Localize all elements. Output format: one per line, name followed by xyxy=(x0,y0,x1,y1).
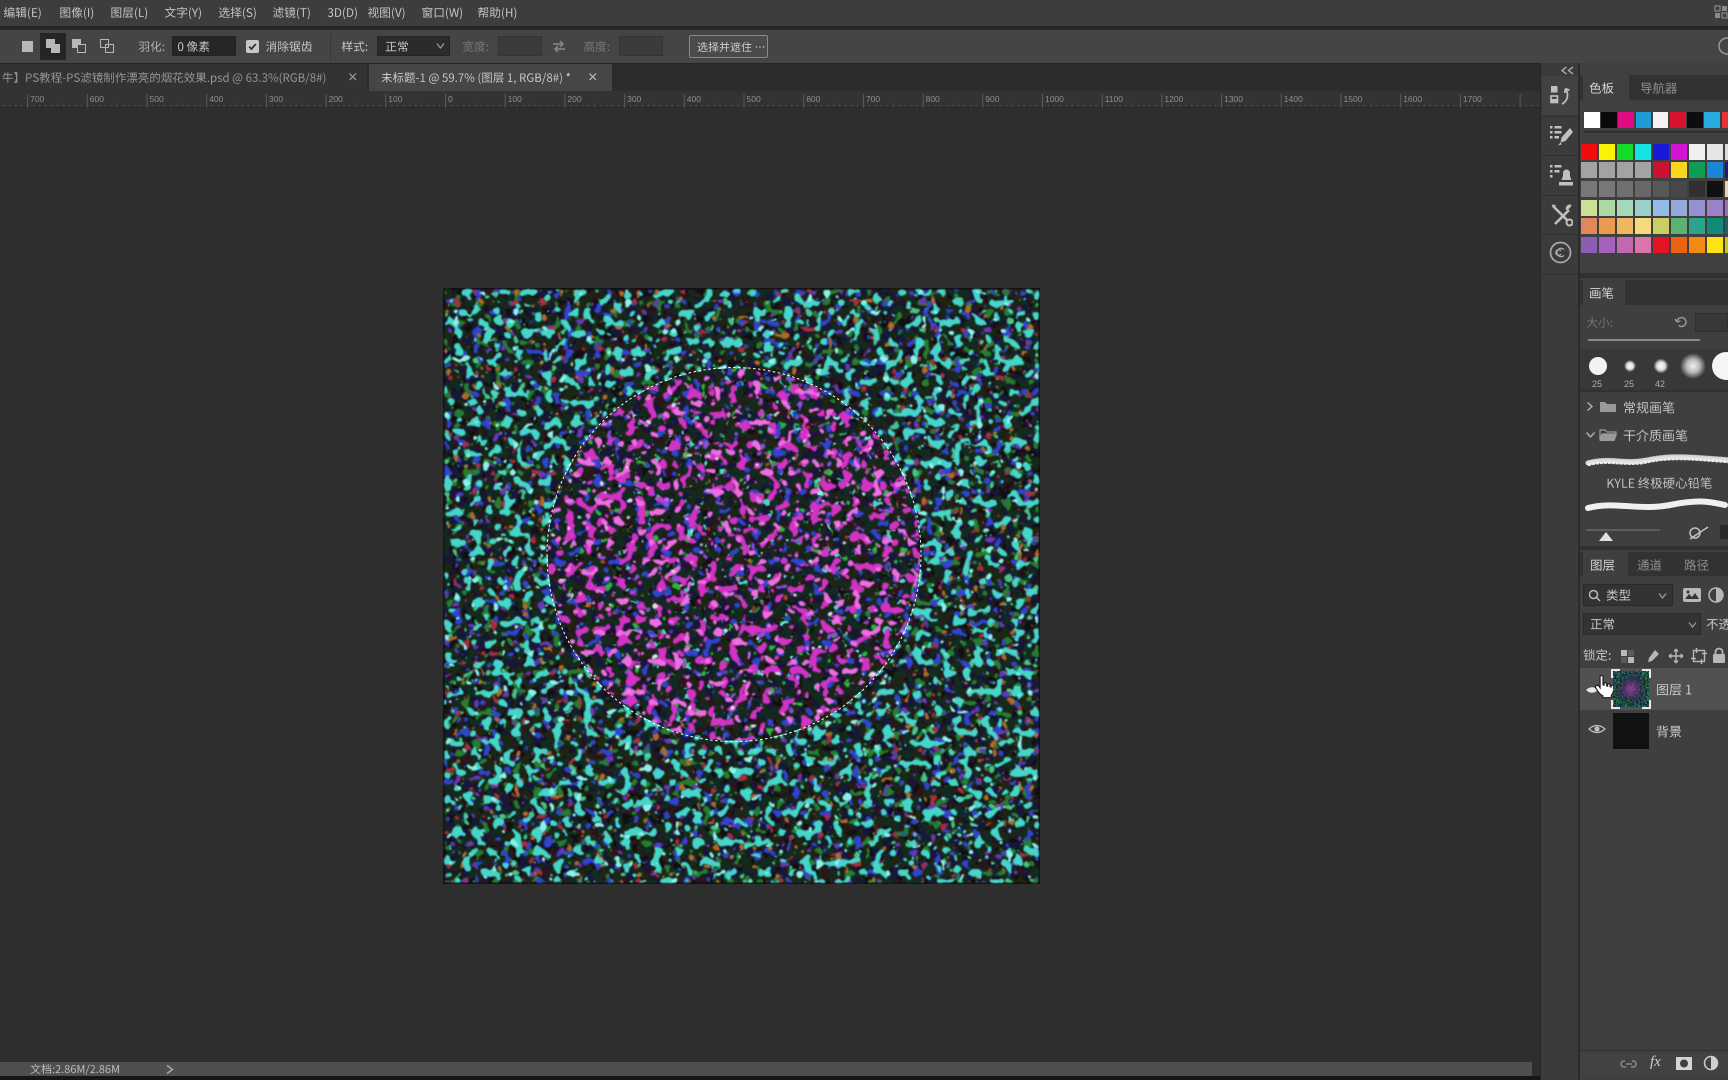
svg-text:500: 500 xyxy=(747,94,761,104)
svg-text:1000: 1000 xyxy=(1045,94,1064,104)
svg-text:1500: 1500 xyxy=(1344,94,1363,104)
svg-text:100: 100 xyxy=(388,94,402,104)
svg-text:25: 25 xyxy=(1624,379,1634,389)
svg-text:800: 800 xyxy=(926,94,940,104)
svg-text:0: 0 xyxy=(448,94,453,104)
svg-text:400: 400 xyxy=(687,94,701,104)
svg-text:300: 300 xyxy=(269,94,283,104)
svg-text:1400: 1400 xyxy=(1284,94,1303,104)
svg-text:400: 400 xyxy=(209,94,223,104)
svg-text:600: 600 xyxy=(806,94,820,104)
svg-text:1100: 1100 xyxy=(1105,94,1124,104)
svg-text:700: 700 xyxy=(866,94,880,104)
svg-text:200: 200 xyxy=(567,94,581,104)
svg-text:1700: 1700 xyxy=(1463,94,1482,104)
svg-text:100: 100 xyxy=(508,94,522,104)
svg-text:1600: 1600 xyxy=(1403,94,1422,104)
svg-text:1300: 1300 xyxy=(1224,94,1243,104)
svg-text:700: 700 xyxy=(30,94,44,104)
svg-text:1200: 1200 xyxy=(1164,94,1183,104)
svg-text:300: 300 xyxy=(627,94,641,104)
svg-text:600: 600 xyxy=(90,94,104,104)
svg-text:500: 500 xyxy=(150,94,164,104)
svg-text:42: 42 xyxy=(1655,379,1665,389)
svg-text:25: 25 xyxy=(1592,379,1602,389)
svg-text:200: 200 xyxy=(329,94,343,104)
svg-text:900: 900 xyxy=(985,94,999,104)
